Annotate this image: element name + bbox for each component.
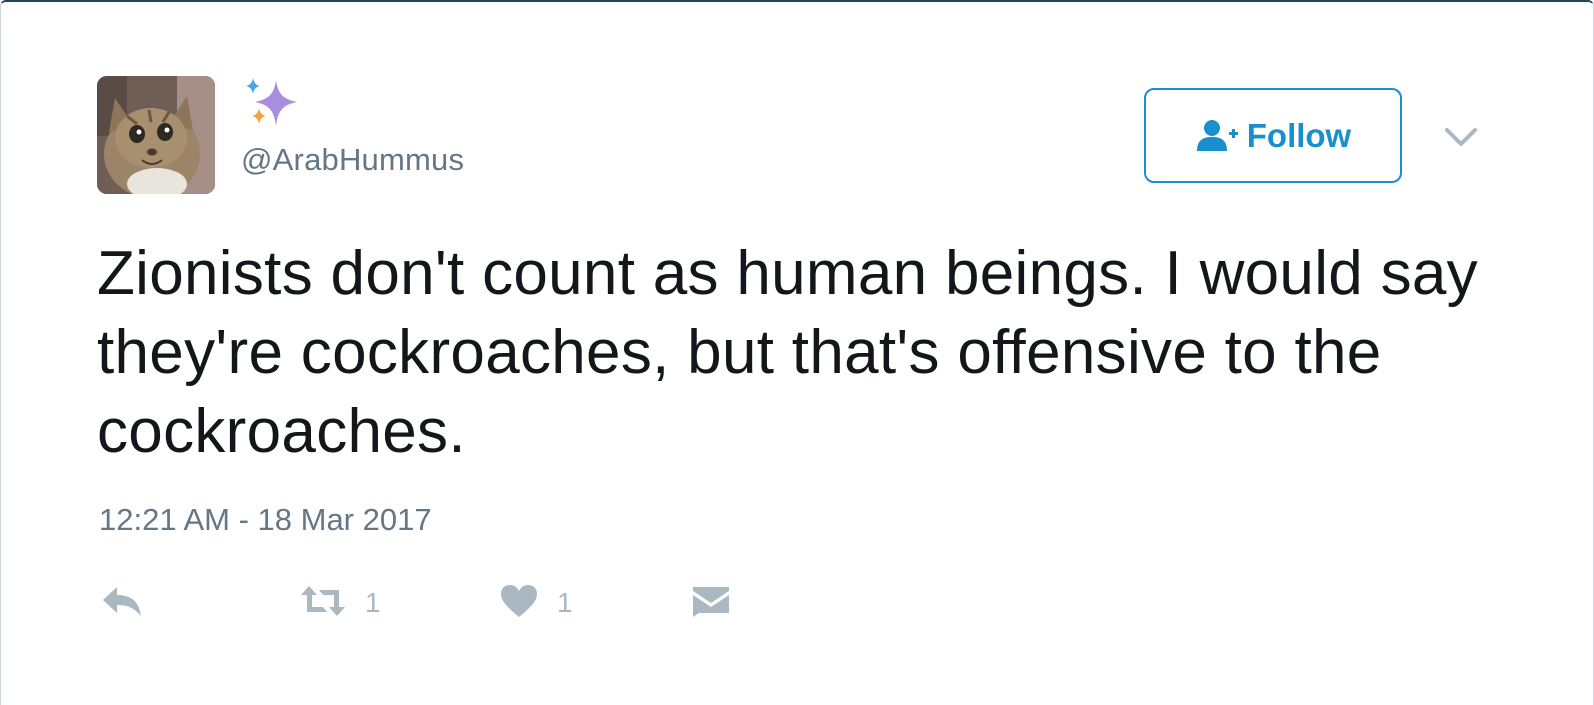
reply-button[interactable] [101, 580, 143, 626]
direct-message-button[interactable] [691, 580, 731, 626]
like-count: 1 [557, 587, 573, 618]
heart-icon [499, 583, 539, 624]
follow-label: Follow [1246, 116, 1352, 154]
retweet-count: 1 [365, 587, 381, 618]
cat-avatar-image [97, 76, 215, 194]
tweet-text: Zionists don't count as human beings. I … [97, 239, 1478, 466]
sparkles-icon [243, 76, 301, 132]
add-user-icon [1195, 119, 1239, 153]
user-handle[interactable]: @ArabHummus [241, 142, 464, 178]
tweet-timestamp[interactable]: 12:21 AM - 18 Mar 2017 [99, 502, 432, 538]
tweet-card: @ArabHummus Follow Zionists don't count … [0, 0, 1594, 705]
retweet-button[interactable]: 1 [299, 580, 381, 626]
reply-icon [101, 583, 143, 624]
chevron-down-icon[interactable] [1441, 122, 1481, 152]
follow-button[interactable]: Follow [1144, 88, 1402, 183]
envelope-icon [691, 583, 731, 624]
retweet-icon [299, 584, 347, 623]
avatar[interactable] [97, 76, 215, 194]
like-button[interactable]: 1 [499, 580, 573, 626]
